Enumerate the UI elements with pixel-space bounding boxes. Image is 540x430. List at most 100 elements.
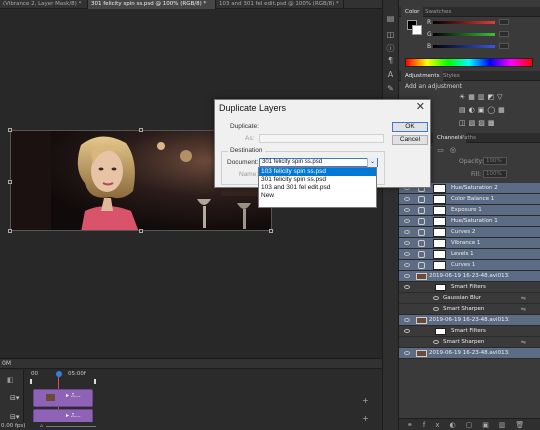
properties-icon[interactable]: ◫ [386, 30, 395, 39]
visibility-eye-icon[interactable] [404, 318, 410, 322]
layer-row[interactable]: Smart Filters [399, 282, 540, 293]
filter-options-icon[interactable]: ⇋ [521, 295, 526, 302]
visibility-eye-icon[interactable] [404, 241, 410, 245]
visibility-eye-icon[interactable] [404, 285, 410, 289]
smart-filter-mask-thumbnail[interactable] [435, 284, 446, 291]
layer-name: 2019-06-19 16-23-48.avi0132 copy [429, 317, 509, 323]
character-icon[interactable]: A [386, 70, 395, 79]
info-icon[interactable]: ⓘ [386, 44, 395, 53]
brush-icon[interactable]: ✎ [386, 84, 395, 93]
tab-swatches[interactable]: Swatches [421, 7, 455, 17]
close-icon[interactable]: ✕ [416, 100, 425, 113]
layer-row[interactable]: 2019-06-19 16-23-48.avi0132 co... [399, 271, 540, 282]
video-clip[interactable]: ▸ ⎍... [33, 389, 93, 407]
visibility-eye-icon[interactable] [404, 252, 410, 256]
smart-filter-mask-thumbnail[interactable] [435, 328, 446, 335]
layer-mask-thumbnail[interactable] [433, 250, 446, 259]
visibility-eye-icon[interactable] [433, 340, 439, 344]
layer-mask-thumbnail[interactable] [433, 228, 446, 237]
layer-mask-thumbnail[interactable] [433, 195, 446, 204]
layer-row[interactable]: Curves 2 [399, 227, 540, 238]
adjustment-icons-row-2[interactable]: ▤◐▣◯▦ [459, 106, 539, 115]
chevron-down-icon[interactable]: ⌄ [367, 158, 377, 167]
visibility-eye-icon[interactable] [404, 230, 410, 234]
layer-mask-thumbnail[interactable] [433, 217, 446, 226]
dropdown-option[interactable]: 103 and 301 fel edit.psd [259, 184, 376, 192]
transform-handle[interactable] [139, 229, 143, 233]
layer-row[interactable]: Curves 1 [399, 260, 540, 271]
add-media-icon[interactable]: + [362, 414, 369, 423]
visibility-eye-icon[interactable] [404, 208, 410, 212]
layer-mask-thumbnail[interactable] [433, 184, 446, 193]
layer-row[interactable]: 2019-06-19 16-23-48.avi0132 [399, 348, 540, 359]
dropdown-option[interactable]: 301 felicity spin ss.psd [259, 176, 376, 184]
visibility-eye-icon[interactable] [404, 219, 410, 223]
visibility-eye-icon[interactable] [404, 351, 410, 355]
slider-r-value[interactable] [499, 19, 509, 25]
document-select[interactable]: 301 felicity spin ss.psd ⌄ [259, 158, 378, 167]
layer-row[interactable]: Smart Sharpen ⇋ [399, 304, 540, 315]
visibility-eye-icon[interactable] [404, 274, 410, 278]
layer-row[interactable]: Gaussian Blur ⇋ [399, 293, 540, 304]
playhead-handle[interactable] [56, 371, 62, 377]
layer-row[interactable]: Smart Filters [399, 326, 540, 337]
visibility-eye-icon[interactable] [433, 296, 439, 300]
transform-handle[interactable] [8, 229, 12, 233]
tab-paths[interactable]: Paths [457, 133, 480, 143]
opacity-input[interactable]: 100% [483, 157, 507, 165]
transform-handle[interactable] [269, 229, 273, 233]
zoom-out-icon[interactable]: ▵ [40, 422, 43, 429]
layer-row[interactable]: Hue/Saturation 1 [399, 216, 540, 227]
onion-skin-icon[interactable]: ◧ [7, 376, 14, 384]
track-film-icon[interactable]: ⊟▾ [10, 413, 19, 421]
cancel-button[interactable]: Cancel [392, 135, 428, 145]
fill-input[interactable]: 100% [483, 170, 507, 178]
layer-row[interactable]: Exposure 1 [399, 205, 540, 216]
tab-103-and-301-fel-edit[interactable]: 103 and 301 fel edit.psd @ 100% (RGB/8) … [216, 0, 344, 9]
layer-row[interactable]: 2019-06-19 16-23-48.avi0132 copy [399, 315, 540, 326]
track-film-icon[interactable]: ⊟▾ [10, 394, 19, 402]
tab-vibrance-layer-mask[interactable]: (Vibrance 2, Layer Mask/8) * [0, 0, 88, 9]
history-icon[interactable]: ▤ [386, 14, 395, 23]
slider-r[interactable] [433, 21, 495, 24]
paragraph-icon[interactable]: ¶ [386, 56, 395, 65]
layer-row[interactable]: Smart Sharpen ⇋ [399, 337, 540, 348]
tab-adjustments[interactable]: Adjustments [401, 71, 444, 81]
layer-row[interactable]: Vibrance 1 [399, 238, 540, 249]
layer-row[interactable]: Color Balance 1 [399, 194, 540, 205]
ok-button[interactable]: OK [392, 122, 428, 132]
slider-g-label: G [427, 31, 432, 38]
filter-options-icon[interactable]: ⇋ [521, 339, 526, 346]
slider-g-value[interactable] [499, 31, 509, 37]
color-spectrum-bar[interactable] [405, 58, 533, 67]
visibility-eye-icon[interactable] [404, 329, 410, 333]
layer-actions-icons[interactable]: ⚭fx◐▢▣▥🗑 [407, 421, 534, 429]
slider-b[interactable] [433, 45, 495, 48]
timeline-zoom-slider[interactable] [46, 426, 96, 427]
transform-handle[interactable] [8, 128, 12, 132]
transform-handle[interactable] [139, 128, 143, 132]
layer-mask-thumbnail[interactable] [433, 261, 446, 270]
layer-mask-thumbnail[interactable] [433, 239, 446, 248]
adjustment-icons-row-1[interactable]: ☀▦▥◩▽ [459, 93, 539, 102]
slider-g[interactable] [433, 33, 495, 36]
dropdown-option[interactable]: New [259, 192, 376, 200]
layer-mask-thumbnail[interactable] [433, 206, 446, 215]
visibility-eye-icon[interactable] [404, 263, 410, 267]
layer-row[interactable]: Levels 1 [399, 249, 540, 260]
adjustment-icons-row-3[interactable]: ◫▧▨▩ [459, 119, 539, 128]
visibility-eye-icon[interactable] [404, 197, 410, 201]
fill-label: Fill: [471, 171, 482, 178]
transform-handle[interactable] [8, 180, 12, 184]
layer-name: Smart Filters [451, 328, 486, 334]
visibility-eye-icon[interactable] [433, 307, 439, 311]
tab-styles[interactable]: Styles [439, 71, 464, 81]
filter-options-icon[interactable]: ⇋ [521, 306, 526, 313]
add-media-icon[interactable]: + [362, 396, 369, 405]
slider-b-value[interactable] [499, 43, 509, 49]
work-area-bar[interactable] [30, 379, 96, 384]
tab-301-felicity-spin[interactable]: 301 felicity spin ss.psd @ 100% (RGB/8) … [88, 0, 216, 9]
dropdown-option[interactable]: 103 felicity spin ss.psd [259, 168, 376, 176]
as-field[interactable] [259, 134, 384, 143]
background-color-swatch[interactable] [412, 25, 422, 35]
